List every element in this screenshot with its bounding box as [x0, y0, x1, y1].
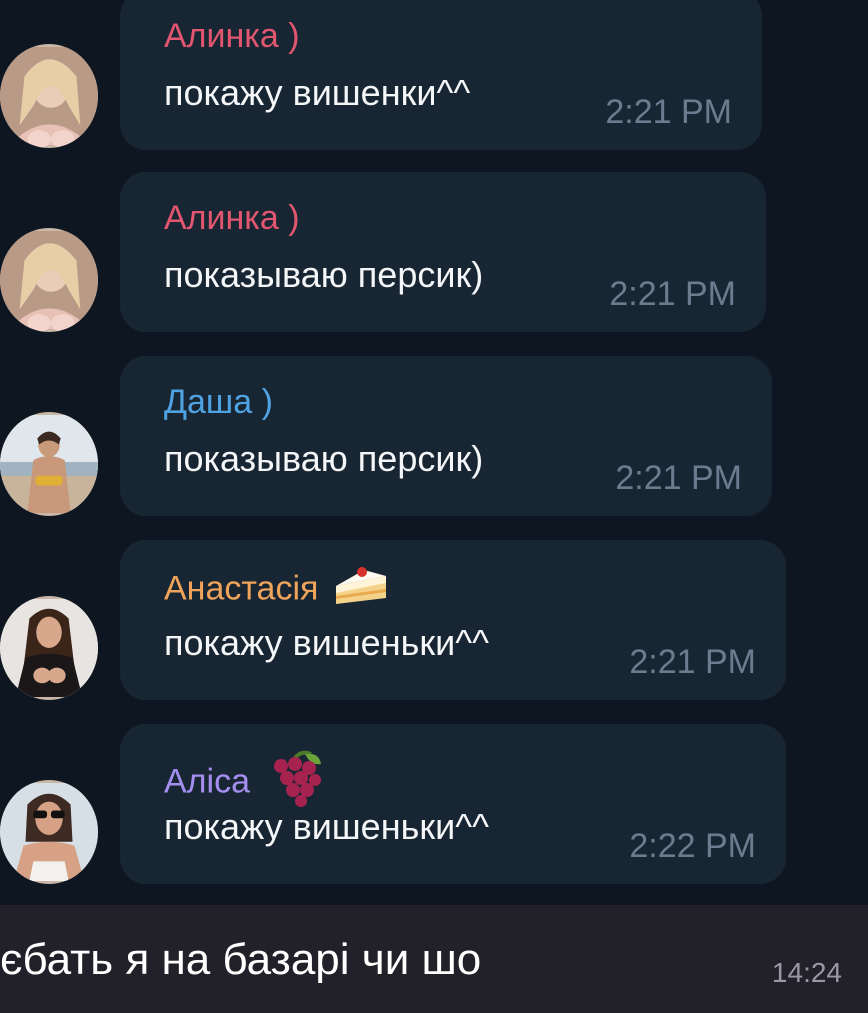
sender-name[interactable]: Анастасія [164, 566, 388, 615]
message-text: показываю персик) [164, 254, 484, 295]
reply-time: 14:24 [771, 957, 842, 988]
chat-screen: Алинка ) покажу вишенки^^ 2:21 PM Алинка… [0, 0, 868, 1013]
message-time: 2:21 PM [609, 275, 736, 313]
sender-avatar[interactable] [0, 780, 98, 884]
message-bubble[interactable]: Алинка ) показываю персик) 2:21 PM [120, 172, 766, 332]
message-time: 2:22 PM [629, 827, 756, 865]
message-bubble[interactable]: Анастасія покажу вишеньки^^ 2:21 PM [120, 540, 786, 700]
sender-name[interactable]: Алинка ) [164, 16, 300, 56]
reply-text: єбать я на базарі чи шо [0, 935, 482, 984]
message-bubble[interactable]: Аліса покажу вишеньки^^ 2:22 PM [120, 724, 786, 884]
sender-avatar[interactable] [0, 596, 98, 700]
message-row[interactable]: Алинка ) покажу вишенки^^ 2:21 PM [0, 0, 868, 170]
sender-avatar[interactable] [0, 412, 98, 516]
sender-avatar[interactable] [0, 228, 98, 332]
message-row[interactable]: Даша ) показываю персик) 2:21 PM [0, 356, 868, 536]
cake-icon [334, 566, 388, 615]
message-bubble[interactable]: Даша ) показываю персик) 2:21 PM [120, 356, 772, 516]
message-time: 2:21 PM [605, 93, 732, 131]
sender-name[interactable]: Алинка ) [164, 198, 300, 238]
sender-avatar[interactable] [0, 44, 98, 148]
reply-message[interactable]: єбать я на базарі чи шо 14:24 [0, 905, 868, 1013]
sender-name[interactable]: Даша ) [164, 382, 273, 422]
sender-name-text: Анастасія [164, 569, 319, 608]
message-row[interactable]: Алинка ) показываю персик) 2:21 PM [0, 172, 868, 352]
message-text: покажу вишенки^^ [164, 72, 471, 113]
message-text: покажу вишеньки^^ [164, 622, 489, 663]
message-row[interactable]: Аліса покажу вишеньки^^ 2:22 PM [0, 724, 868, 904]
message-text: покажу вишеньки^^ [164, 806, 489, 847]
message-time: 2:21 PM [615, 459, 742, 497]
message-row[interactable]: Анастасія покажу вишеньки^^ 2:21 PM [0, 540, 868, 720]
message-time: 2:21 PM [629, 643, 756, 681]
message-text: показываю персик) [164, 438, 484, 479]
sender-name-text: Аліса [164, 762, 250, 801]
message-bubble[interactable]: Алинка ) покажу вишенки^^ 2:21 PM [120, 0, 762, 150]
